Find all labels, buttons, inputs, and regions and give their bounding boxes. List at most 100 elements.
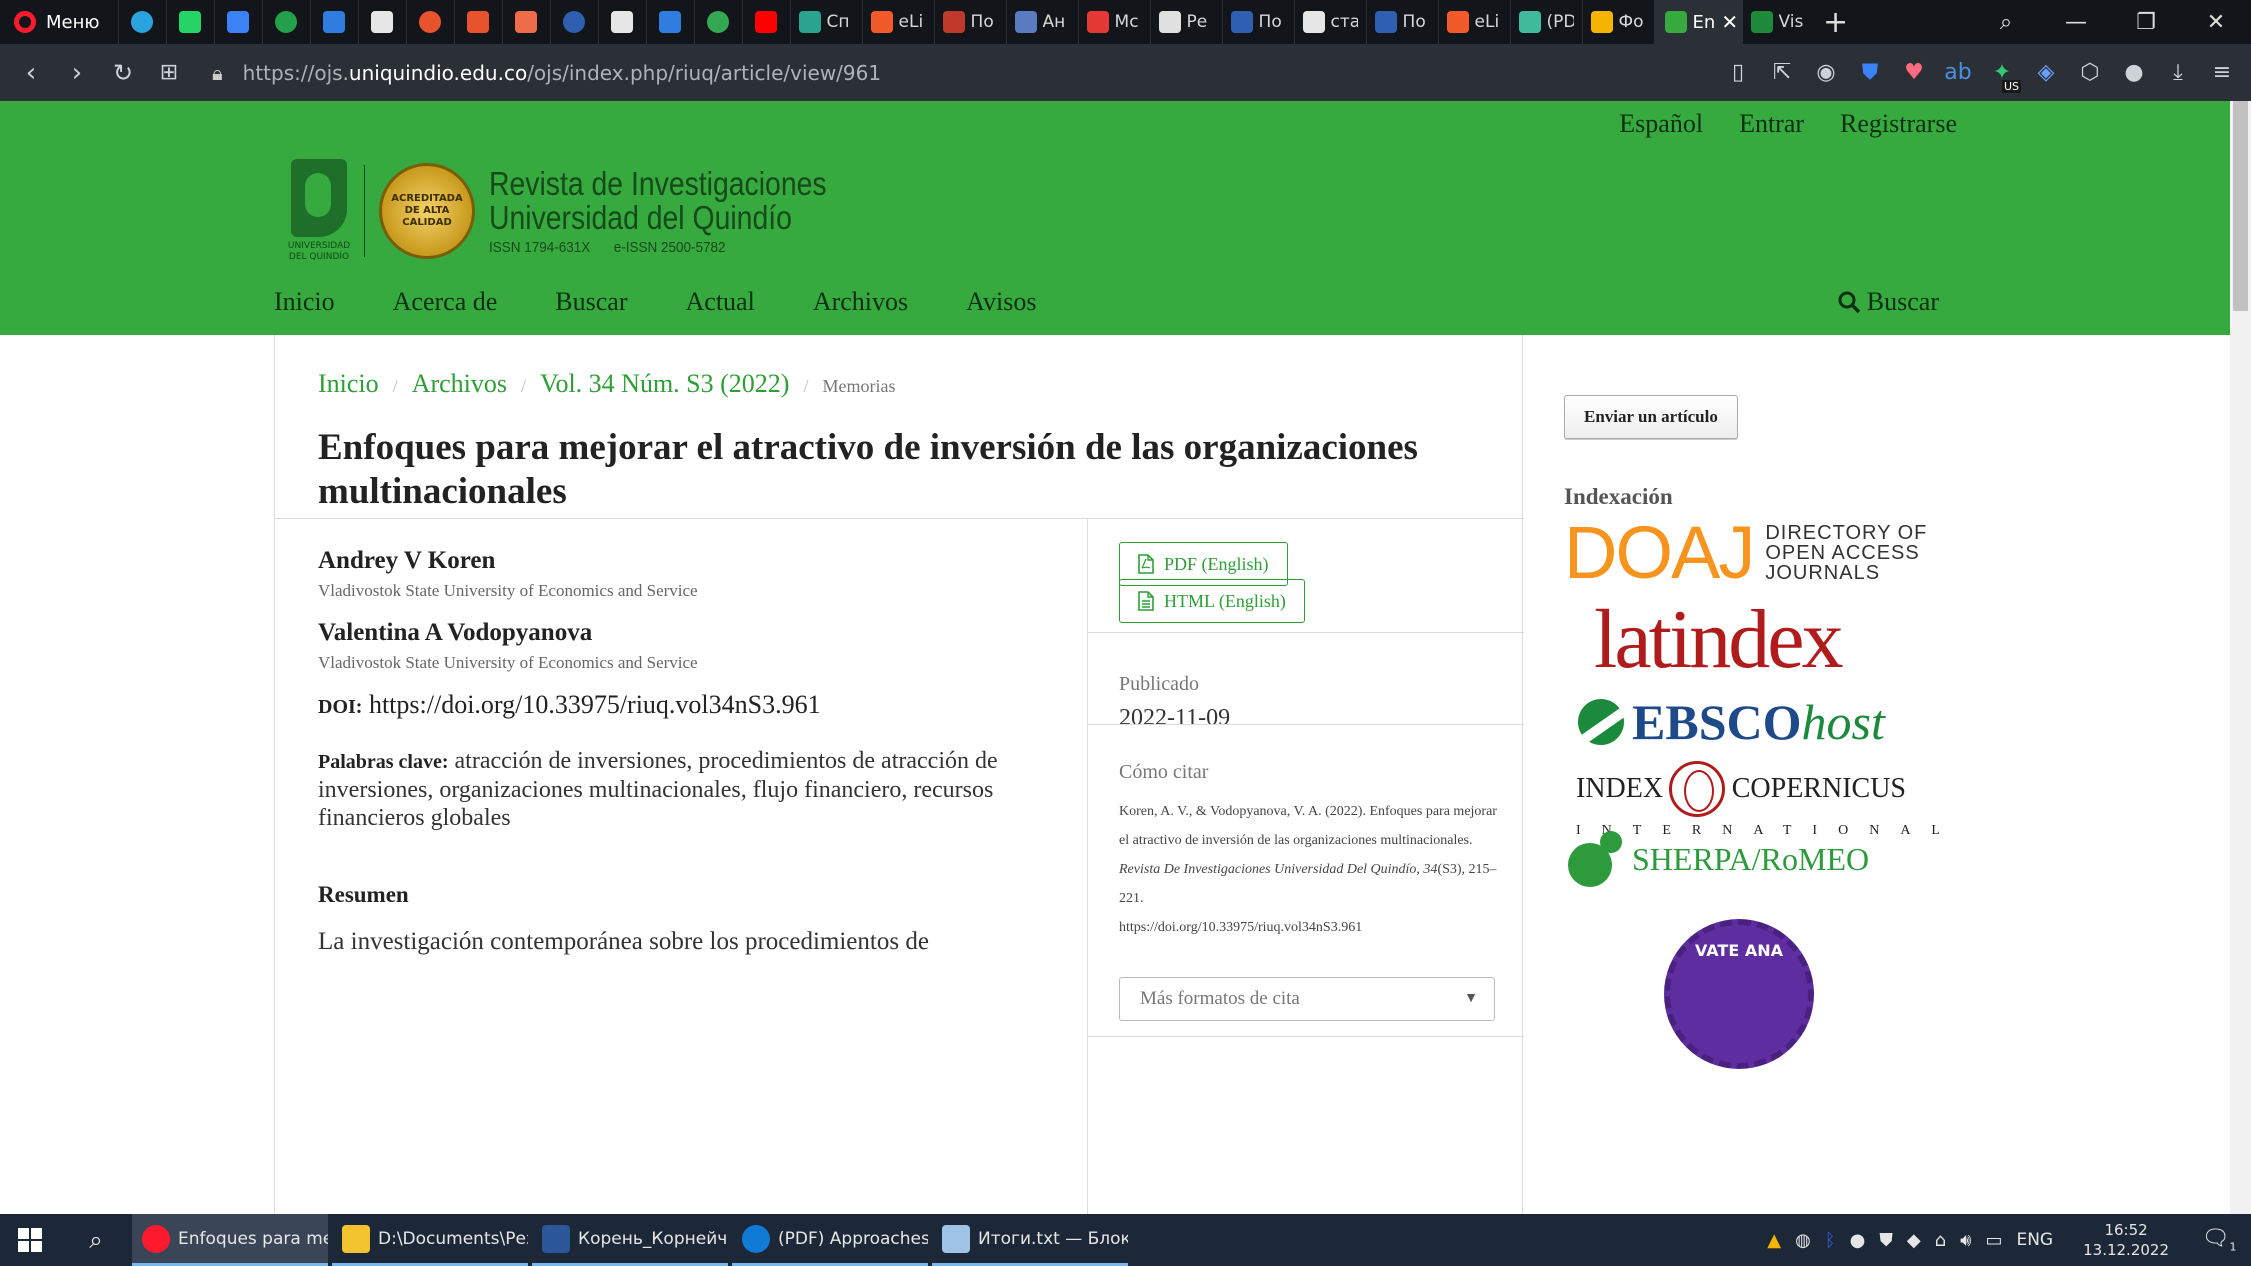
register-link[interactable]: Registrarse — [1840, 109, 1957, 139]
pinned-tab[interactable] — [117, 0, 166, 44]
download-icon[interactable]: ⤓ — [2159, 57, 2197, 89]
display-icon[interactable]: ▭ — [1985, 1230, 2002, 1251]
shield-icon[interactable]: ⛊ — [1851, 57, 1889, 89]
defender-icon[interactable]: ⛊ — [1879, 1230, 1893, 1251]
author: Andrey V Koren Vladivostok State Univers… — [318, 547, 698, 601]
taskbar-app[interactable]: Итоги.txt — Блокнот — [932, 1214, 1128, 1266]
browser-tab[interactable]: ста — [1293, 0, 1366, 44]
browser-tab[interactable]: Ан — [1005, 0, 1078, 44]
pinned-tab[interactable] — [597, 0, 646, 44]
pinned-tab[interactable] — [501, 0, 550, 44]
citation-format-select[interactable]: Más formatos de cita ▼ — [1119, 977, 1495, 1021]
clock[interactable]: 16:52 13.12.2022 — [2083, 1220, 2169, 1260]
browser-tab[interactable]: eLi — [1437, 0, 1510, 44]
nav-actual[interactable]: Actual — [686, 287, 755, 317]
submit-article-button[interactable]: Enviar un artículo — [1564, 395, 1738, 439]
html-galley-button[interactable]: HTML (English) — [1119, 579, 1305, 623]
pinned-tab[interactable] — [309, 0, 358, 44]
close-window-icon[interactable]: ✕ — [2181, 10, 2251, 35]
restore-icon[interactable]: ❐ — [2111, 10, 2181, 35]
browser-tab[interactable]: По — [1221, 0, 1294, 44]
browser-tab[interactable]: eLi — [861, 0, 934, 44]
active-tab[interactable]: En ✕ — [1653, 0, 1742, 44]
forward-icon[interactable]: › — [54, 58, 100, 88]
sherpa-romeo-logo[interactable]: SHERPA/RoMEO — [1568, 831, 1869, 887]
new-tab-button[interactable]: + — [1814, 5, 1858, 40]
taskbar-search-icon[interactable]: ⌕ — [60, 1226, 132, 1254]
doi-link[interactable]: https://doi.org/10.33975/riuq.vol34nS3.9… — [369, 690, 821, 719]
dropbox-icon[interactable]: ◆ — [1907, 1230, 1921, 1251]
nav-archivos[interactable]: Archivos — [813, 287, 908, 317]
login-link[interactable]: Entrar — [1739, 109, 1804, 139]
scrollbar-thumb[interactable] — [2233, 101, 2248, 311]
pinned-tab[interactable] — [261, 0, 310, 44]
breadcrumb-issue[interactable]: Vol. 34 Núm. S3 (2022) — [540, 369, 789, 399]
speed-dial-icon[interactable]: ⊞ — [146, 60, 192, 85]
browser-tab[interactable]: (PD — [1509, 0, 1582, 44]
latindex-logo[interactable]: latindex — [1594, 591, 1844, 688]
browser-tab[interactable]: По — [1365, 0, 1438, 44]
pinned-tab[interactable] — [213, 0, 262, 44]
steam-icon[interactable]: ◍ — [1795, 1230, 1811, 1251]
back-icon[interactable]: ‹ — [8, 58, 54, 88]
network-icon[interactable]: ⌂ — [1935, 1230, 1946, 1251]
nav-inicio[interactable]: Inicio — [274, 287, 335, 317]
doaj-logo[interactable]: DOAJ DIRECTORY OF OPEN ACCESS JOURNALS — [1564, 516, 1927, 590]
taskbar-app[interactable]: Корень_Корнейчук... — [532, 1214, 728, 1266]
pinned-tab[interactable] — [405, 0, 454, 44]
snapshot-icon[interactable]: ◉ — [1807, 57, 1845, 89]
input-language[interactable]: ENG — [2016, 1230, 2053, 1250]
minimize-icon[interactable]: — — [2041, 10, 2111, 35]
taskbar-app[interactable]: D:\Documents\Резе... — [332, 1214, 528, 1266]
volume-icon[interactable]: 🔊︎ — [1960, 1230, 1971, 1251]
index-copernicus-logo[interactable]: INDEX COPERNICUS INTERNATIONAL — [1576, 761, 1940, 839]
google-drive-icon[interactable]: ▲ — [1767, 1230, 1781, 1251]
pinned-tab[interactable] — [741, 0, 790, 44]
pinned-tab[interactable] — [165, 0, 214, 44]
cube-icon[interactable]: ⬡ — [2071, 57, 2109, 89]
browser-tab[interactable]: По — [933, 0, 1006, 44]
browser-tab[interactable]: Фо — [1581, 0, 1654, 44]
search-tabs-icon[interactable]: ⌕ — [1971, 10, 2041, 35]
pinned-tab[interactable] — [549, 0, 598, 44]
taskbar-app[interactable]: (PDF) Approaches t... — [732, 1214, 928, 1266]
nav-buscar[interactable]: Buscar — [555, 287, 627, 317]
bluetooth-icon[interactable]: ᛒ — [1825, 1230, 1836, 1251]
browser-tab[interactable]: Ре — [1149, 0, 1222, 44]
easy-setup-icon[interactable]: ≡ — [2203, 57, 2241, 89]
url-field[interactable]: https://ojs.uniquindio.edu.co/ojs/index.… — [243, 61, 881, 85]
browser-tab[interactable]: Сп — [789, 0, 862, 44]
browser-menu-button[interactable]: Меню — [0, 0, 118, 44]
profile-icon[interactable]: ● — [2115, 57, 2153, 89]
tray-app-icon[interactable]: ● — [1850, 1230, 1866, 1251]
page-scrollbar[interactable] — [2230, 101, 2251, 1214]
private-analytics-badge[interactable]: VATE ANA — [1664, 919, 1814, 1069]
browser-tab[interactable]: Мс — [1077, 0, 1150, 44]
pinned-tab[interactable] — [453, 0, 502, 44]
pinned-tab[interactable] — [693, 0, 742, 44]
nav-acerca-de[interactable]: Acerca de — [393, 287, 498, 317]
share-icon[interactable]: ⇱ — [1763, 57, 1801, 89]
breadcrumb-home[interactable]: Inicio — [318, 369, 379, 399]
start-button[interactable] — [0, 1214, 60, 1266]
heart-icon[interactable]: ♥ — [1895, 57, 1933, 89]
search-link[interactable]: Buscar — [1837, 287, 1939, 317]
browser-tab[interactable]: Vis — [1741, 0, 1814, 44]
citation-doi-link[interactable]: https://doi.org/10.33975/riuq.vol34nS3.9… — [1119, 920, 1362, 935]
journal-logo[interactable]: UNIVERSIDAD DEL QUINDÍO ACREDITADA DE AL… — [288, 159, 882, 263]
breadcrumb-archives[interactable]: Archivos — [412, 369, 507, 399]
language-link[interactable]: Español — [1619, 109, 1703, 139]
ebsco-logo[interactable]: EBSCOhost — [1578, 693, 1885, 751]
pinned-tab[interactable] — [645, 0, 694, 44]
reader-mode-icon[interactable]: ▯ — [1719, 57, 1757, 89]
reload-icon[interactable]: ↻ — [100, 59, 146, 87]
close-tab-icon[interactable]: ✕ — [1721, 10, 1738, 34]
notification-center-icon[interactable]: 🗨︎1 — [2199, 1226, 2239, 1253]
lock-icon[interactable]: 🔒︎ — [212, 61, 223, 85]
vpn-icon[interactable]: ✦ US — [1983, 57, 2021, 93]
translate-icon[interactable]: ab — [1939, 57, 1977, 89]
puzzle-icon[interactable]: ◈ — [2027, 57, 2065, 89]
taskbar-app[interactable]: Enfoques para mej... — [132, 1214, 328, 1266]
pinned-tab[interactable] — [357, 0, 406, 44]
nav-avisos[interactable]: Avisos — [966, 287, 1036, 317]
